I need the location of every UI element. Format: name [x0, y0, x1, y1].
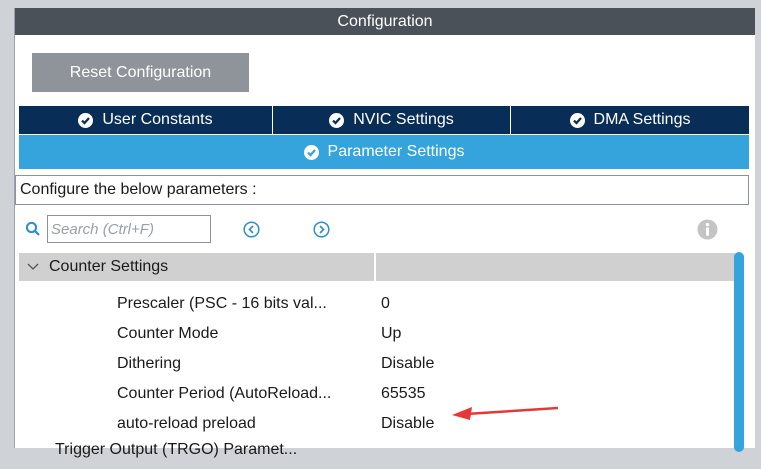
parameter-value[interactable]: 0: [381, 295, 390, 313]
parameter-name: Counter Mode: [117, 325, 219, 342]
vertical-scrollbar[interactable]: [734, 252, 744, 452]
search-toolbar: [15, 213, 755, 245]
parameter-value[interactable]: Disable: [381, 415, 434, 433]
info-icon[interactable]: [697, 219, 718, 245]
parameter-row[interactable]: Dithering Disable: [19, 349, 735, 379]
check-circle-icon: [303, 144, 319, 160]
group-label: Counter Settings: [49, 258, 169, 275]
parameter-name: Dithering: [117, 355, 182, 372]
search-input[interactable]: [47, 215, 211, 243]
parameter-name: Counter Period (AutoReload...: [117, 385, 332, 402]
configuration-panel: Configuration Reset Configuration User C…: [14, 8, 755, 458]
parameter-value[interactable]: 65535: [381, 385, 426, 403]
tree-group-counter-settings[interactable]: Counter Settings: [19, 253, 735, 281]
tab-label: Parameter Settings: [327, 143, 465, 160]
parameter-row[interactable]: Counter Period (AutoReload... 65535: [19, 379, 735, 409]
configure-instructions: Configure the below parameters :: [15, 175, 749, 205]
previous-match-icon[interactable]: [243, 221, 260, 243]
settings-tab-row: User Constants NVIC Settings DMA Setting…: [19, 106, 749, 134]
parameter-name: auto-reload preload: [117, 415, 256, 432]
parameter-row[interactable]: Counter Mode Up: [19, 319, 735, 349]
tab-parameter-settings[interactable]: Parameter Settings: [19, 135, 749, 169]
tab-dma-settings[interactable]: DMA Settings: [511, 106, 749, 134]
tab-label: User Constants: [102, 111, 213, 128]
check-circle-icon: [569, 112, 585, 128]
tab-nvic-settings[interactable]: NVIC Settings: [273, 106, 511, 134]
parameter-value[interactable]: Disable: [381, 355, 434, 373]
search-icon[interactable]: [25, 221, 41, 242]
tab-user-constants[interactable]: User Constants: [19, 106, 273, 134]
parameter-tree: Counter Settings Prescaler (PSC - 16 bit…: [19, 253, 735, 458]
panel-title: Configuration: [15, 8, 755, 35]
next-match-icon[interactable]: [313, 221, 330, 243]
check-circle-icon: [78, 112, 94, 128]
chevron-down-icon[interactable]: [27, 258, 39, 276]
parameter-value[interactable]: Up: [381, 325, 401, 343]
parameter-row[interactable]: Prescaler (PSC - 16 bits val... 0: [19, 289, 735, 319]
tree-group-partial[interactable]: Trigger Output (TRGO) Paramet...: [19, 439, 735, 469]
reset-configuration-button[interactable]: Reset Configuration: [32, 53, 249, 92]
group-label: Trigger Output (TRGO) Paramet...: [55, 441, 298, 458]
check-circle-icon: [329, 112, 345, 128]
tab-label: NVIC Settings: [353, 111, 454, 128]
parameter-row[interactable]: auto-reload preload Disable: [19, 409, 735, 439]
tab-label: DMA Settings: [593, 111, 691, 128]
parameter-name: Prescaler (PSC - 16 bits val...: [117, 295, 327, 312]
